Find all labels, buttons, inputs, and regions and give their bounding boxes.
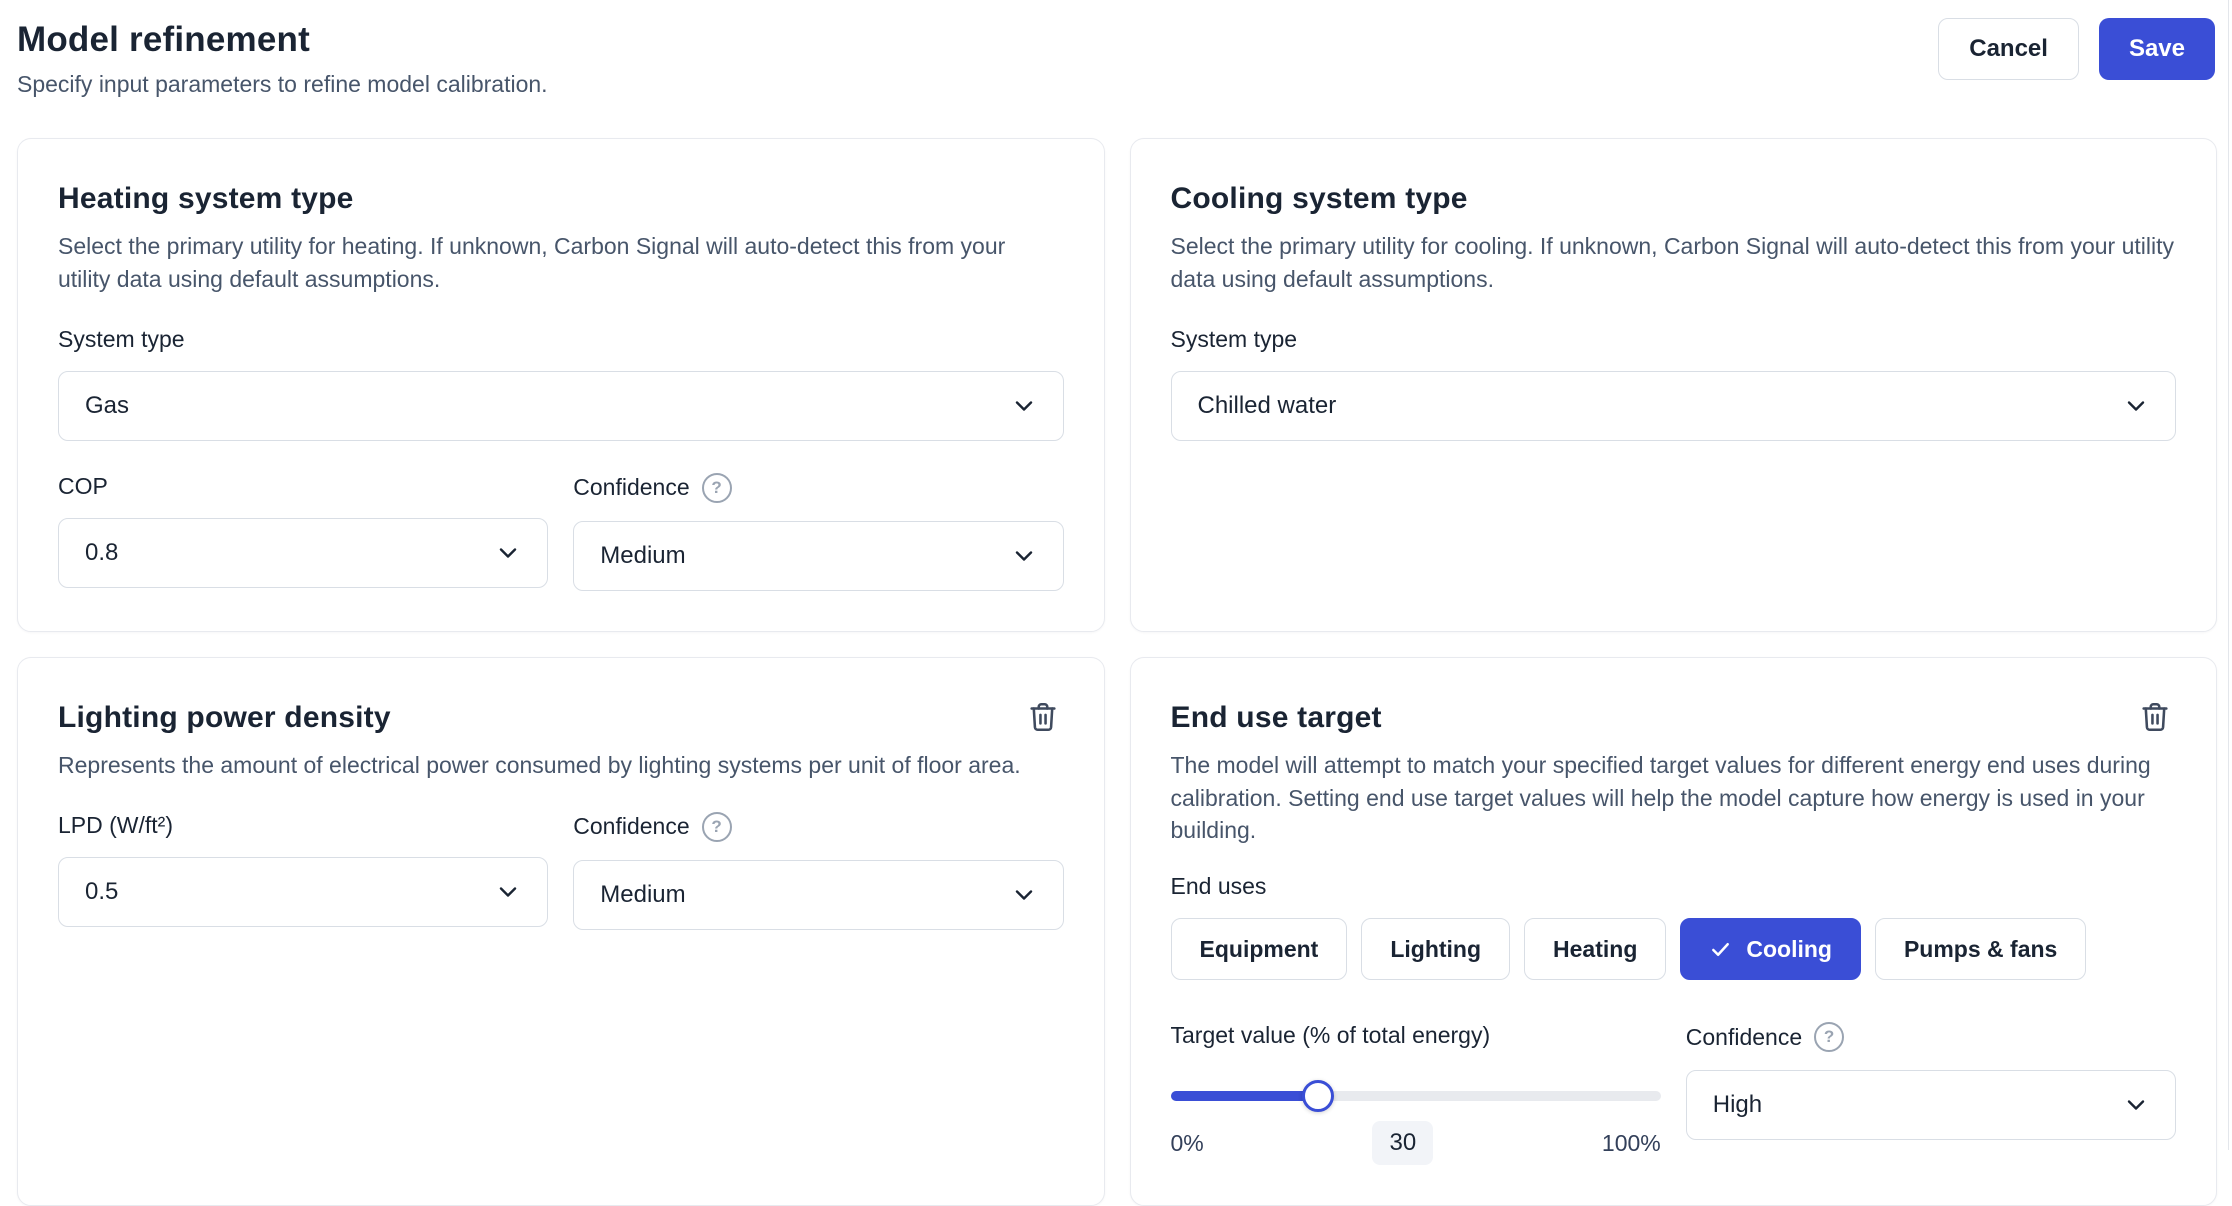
heating-system-type-select[interactable]: Gas	[58, 371, 1064, 441]
delete-card-button[interactable]	[2134, 696, 2176, 741]
check-icon	[1709, 938, 1732, 961]
confidence-label: Confidence ?	[573, 473, 1063, 503]
chevron-down-icon	[495, 879, 521, 905]
card-title: Heating system type	[58, 179, 1064, 218]
page-right-border	[2228, 0, 2229, 1150]
target-value-label: Target value (% of total energy)	[1171, 1022, 1661, 1049]
cards-grid: Heating system type Select the primary u…	[17, 138, 2217, 1206]
confidence-label: Confidence ?	[1686, 1022, 2176, 1052]
system-type-label: System type	[1171, 326, 2177, 353]
end-use-confidence-select[interactable]: High	[1686, 1070, 2176, 1140]
help-icon[interactable]: ?	[702, 812, 732, 842]
lpd-select[interactable]: 0.5	[58, 857, 548, 927]
end-use-target-card: End use target The model will attempt to…	[1130, 657, 2218, 1206]
end-uses-label: End uses	[1171, 873, 2177, 900]
header-actions: Cancel Save	[1938, 14, 2217, 80]
chevron-down-icon	[1011, 543, 1037, 569]
confidence-field: Confidence ? Medium	[573, 473, 1063, 591]
end-use-option-pumps-fans[interactable]: Pumps & fans	[1875, 918, 2086, 980]
card-description: Select the primary utility for cooling. …	[1171, 230, 2177, 296]
card-description: Select the primary utility for heating. …	[58, 230, 1064, 296]
lpd-label: LPD (W/ft²)	[58, 812, 548, 839]
slider-labels: 0% 30 100%	[1171, 1121, 1661, 1165]
save-button[interactable]: Save	[2099, 18, 2215, 80]
target-value-field: Target value (% of total energy) 0% 30 1…	[1171, 1022, 1661, 1165]
card-title: End use target	[1171, 698, 2177, 737]
model-refinement-page: Model refinement Specify input parameter…	[0, 0, 2232, 1150]
card-title: Lighting power density	[58, 698, 1064, 737]
select-value: Medium	[600, 542, 685, 570]
card-description: The model will attempt to match your spe…	[1171, 749, 2177, 848]
trash-icon	[2138, 700, 2172, 737]
chevron-down-icon	[1011, 393, 1037, 419]
slider-thumb[interactable]	[1302, 1080, 1334, 1112]
heating-cop-select[interactable]: 0.8	[58, 518, 548, 588]
cancel-button[interactable]: Cancel	[1938, 18, 2079, 80]
heating-confidence-select[interactable]: Medium	[573, 521, 1063, 591]
end-use-option-heating[interactable]: Heating	[1524, 918, 1666, 980]
end-use-option-lighting[interactable]: Lighting	[1361, 918, 1510, 980]
cooling-system-card: Cooling system type Select the primary u…	[1130, 138, 2218, 632]
chevron-down-icon	[2123, 393, 2149, 419]
page-header: Model refinement Specify input parameter…	[17, 14, 2217, 100]
select-value: High	[1713, 1091, 1762, 1119]
chevron-down-icon	[2123, 1092, 2149, 1118]
lighting-confidence-select[interactable]: Medium	[573, 860, 1063, 930]
card-description: Represents the amount of electrical powe…	[58, 749, 1064, 782]
help-icon[interactable]: ?	[702, 473, 732, 503]
lighting-power-density-card: Lighting power density Represents the am…	[17, 657, 1105, 1206]
target-value-slider[interactable]: 0% 30 100%	[1171, 1067, 1661, 1165]
cop-field: COP 0.8	[58, 473, 548, 591]
confidence-field: Confidence ? High	[1686, 1022, 2176, 1165]
chevron-down-icon	[1011, 882, 1037, 908]
end-use-option-equipment[interactable]: Equipment	[1171, 918, 1348, 980]
slider-fill	[1171, 1091, 1318, 1101]
system-type-label: System type	[58, 326, 1064, 353]
select-value: 0.5	[85, 878, 118, 906]
slider-value-badge: 30	[1372, 1121, 1433, 1165]
page-header-text: Model refinement Specify input parameter…	[17, 14, 548, 100]
select-value: Chilled water	[1198, 392, 1337, 420]
slider-max-label: 100%	[1602, 1130, 1661, 1157]
slider-track[interactable]	[1171, 1091, 1661, 1101]
page-subtitle: Specify input parameters to refine model…	[17, 68, 548, 100]
end-use-option-cooling[interactable]: Cooling	[1680, 918, 1861, 980]
confidence-field: Confidence ? Medium	[573, 812, 1063, 930]
help-icon[interactable]: ?	[1814, 1022, 1844, 1052]
card-title: Cooling system type	[1171, 179, 2177, 218]
heating-system-card: Heating system type Select the primary u…	[17, 138, 1105, 632]
cooling-system-type-select[interactable]: Chilled water	[1171, 371, 2177, 441]
end-use-options: EquipmentLightingHeatingCoolingPumps & f…	[1171, 918, 2177, 980]
cop-label: COP	[58, 473, 548, 500]
page-title: Model refinement	[17, 18, 548, 62]
select-value: 0.8	[85, 539, 118, 567]
trash-icon	[1026, 700, 1060, 737]
select-value: Gas	[85, 392, 129, 420]
delete-card-button[interactable]	[1022, 696, 1064, 741]
slider-min-label: 0%	[1171, 1130, 1204, 1157]
lpd-field: LPD (W/ft²) 0.5	[58, 812, 548, 930]
select-value: Medium	[600, 881, 685, 909]
chevron-down-icon	[495, 540, 521, 566]
confidence-label: Confidence ?	[573, 812, 1063, 842]
